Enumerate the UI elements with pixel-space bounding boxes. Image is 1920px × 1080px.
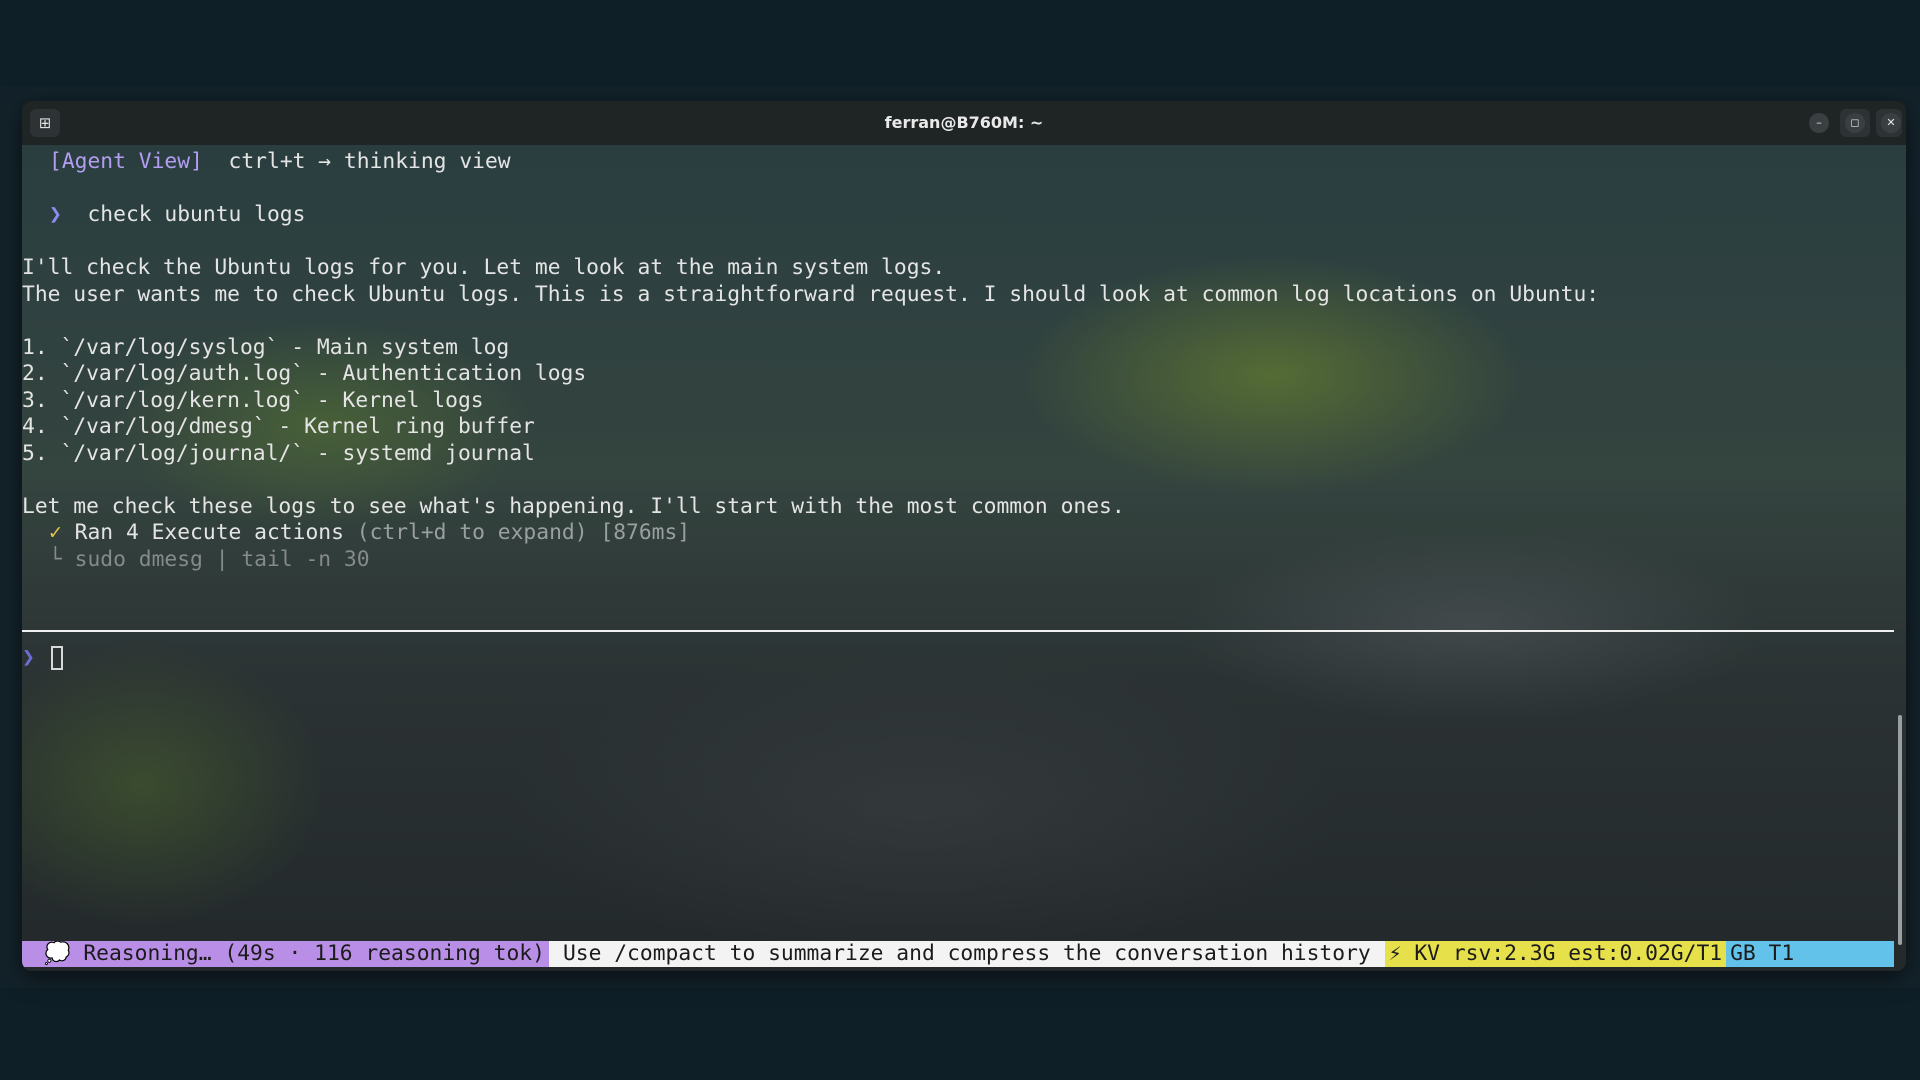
list-item: 2. `/var/log/auth.log` - Authentication … [22, 361, 587, 386]
desktop-top-band [0, 0, 1920, 86]
tool-command: sudo dmesg | tail -n 30 [74, 547, 370, 572]
list-item: 4. `/var/log/dmesg` - Kernel ring buffer [22, 414, 535, 439]
list-item: 1. `/var/log/syslog` - Main system log [22, 335, 510, 360]
list-item: 3. `/var/log/kern.log` - Kernel logs [22, 388, 484, 413]
prompt-chevron-icon: ❯ [22, 645, 35, 670]
window-title: ferran@B760M: ~ [884, 113, 1044, 132]
user-chevron-icon: ❯ [49, 202, 62, 227]
minimize-icon[interactable]: – [1809, 113, 1829, 133]
tool-run-line[interactable]: ✓ Ran 4 Execute actions (ctrl+d to expan… [49, 520, 690, 546]
desktop-bottom-band [0, 988, 1920, 1080]
compact-hint: Use /compact to summarize and compress t… [548, 941, 1385, 967]
title-bar: ⊞ ferran@B760M: ~ ⌕ ⋮ – ◻ ✕ [22, 101, 1906, 145]
maximize-icon[interactable]: ◻ [1845, 113, 1865, 133]
tool-command-line: └ sudo dmesg | tail -n 30 [49, 547, 370, 573]
tool-run-label: Ran 4 Execute actions [74, 520, 344, 545]
reasoning-status: 💭 Reasoning… (49s · 116 reasoning tok) [22, 941, 549, 967]
tool-duration: [876ms] [600, 520, 691, 545]
gb-status: GB T1 [1726, 941, 1894, 967]
terminal-window: ⊞ ferran@B760M: ~ ⌕ ⋮ – ◻ ✕ [Agent View]… [22, 101, 1906, 971]
assistant-closing: Let me check these logs to see what's ha… [22, 494, 1125, 519]
agent-view-label: [Agent View] [49, 149, 203, 174]
user-message: ❯ check ubuntu logs [49, 202, 305, 228]
text-cursor[interactable] [50, 646, 63, 670]
list-item: 5. `/var/log/journal/` - systemd journal [22, 441, 535, 466]
assistant-intro: I'll check the Ubuntu logs for you. Let … [22, 255, 946, 280]
user-message-text: check ubuntu logs [87, 202, 306, 227]
thinking-view-hint: ctrl+t → thinking view [228, 149, 511, 174]
view-mode-line: [Agent View] ctrl+t → thinking view [49, 149, 511, 175]
status-bar: 💭 Reasoning… (49s · 116 reasoning tok) U… [22, 941, 1894, 967]
prompt-line[interactable]: ❯ [22, 645, 63, 671]
assistant-thinking: The user wants me to check Ubuntu logs. … [22, 282, 1600, 307]
expand-hint: (ctrl+d to expand) [356, 520, 588, 545]
scrollbar[interactable] [1898, 715, 1902, 945]
input-divider [22, 630, 1894, 632]
tree-branch-icon: └ [49, 547, 62, 572]
check-icon: ✓ [49, 520, 62, 545]
close-icon[interactable]: ✕ [1881, 113, 1901, 133]
kv-cache-status: ⚡ KV rsv:2.3G est:0.02G/T1 [1384, 941, 1727, 967]
terminal-viewport[interactable]: [Agent View] ctrl+t → thinking view ❯ ch… [22, 145, 1906, 971]
